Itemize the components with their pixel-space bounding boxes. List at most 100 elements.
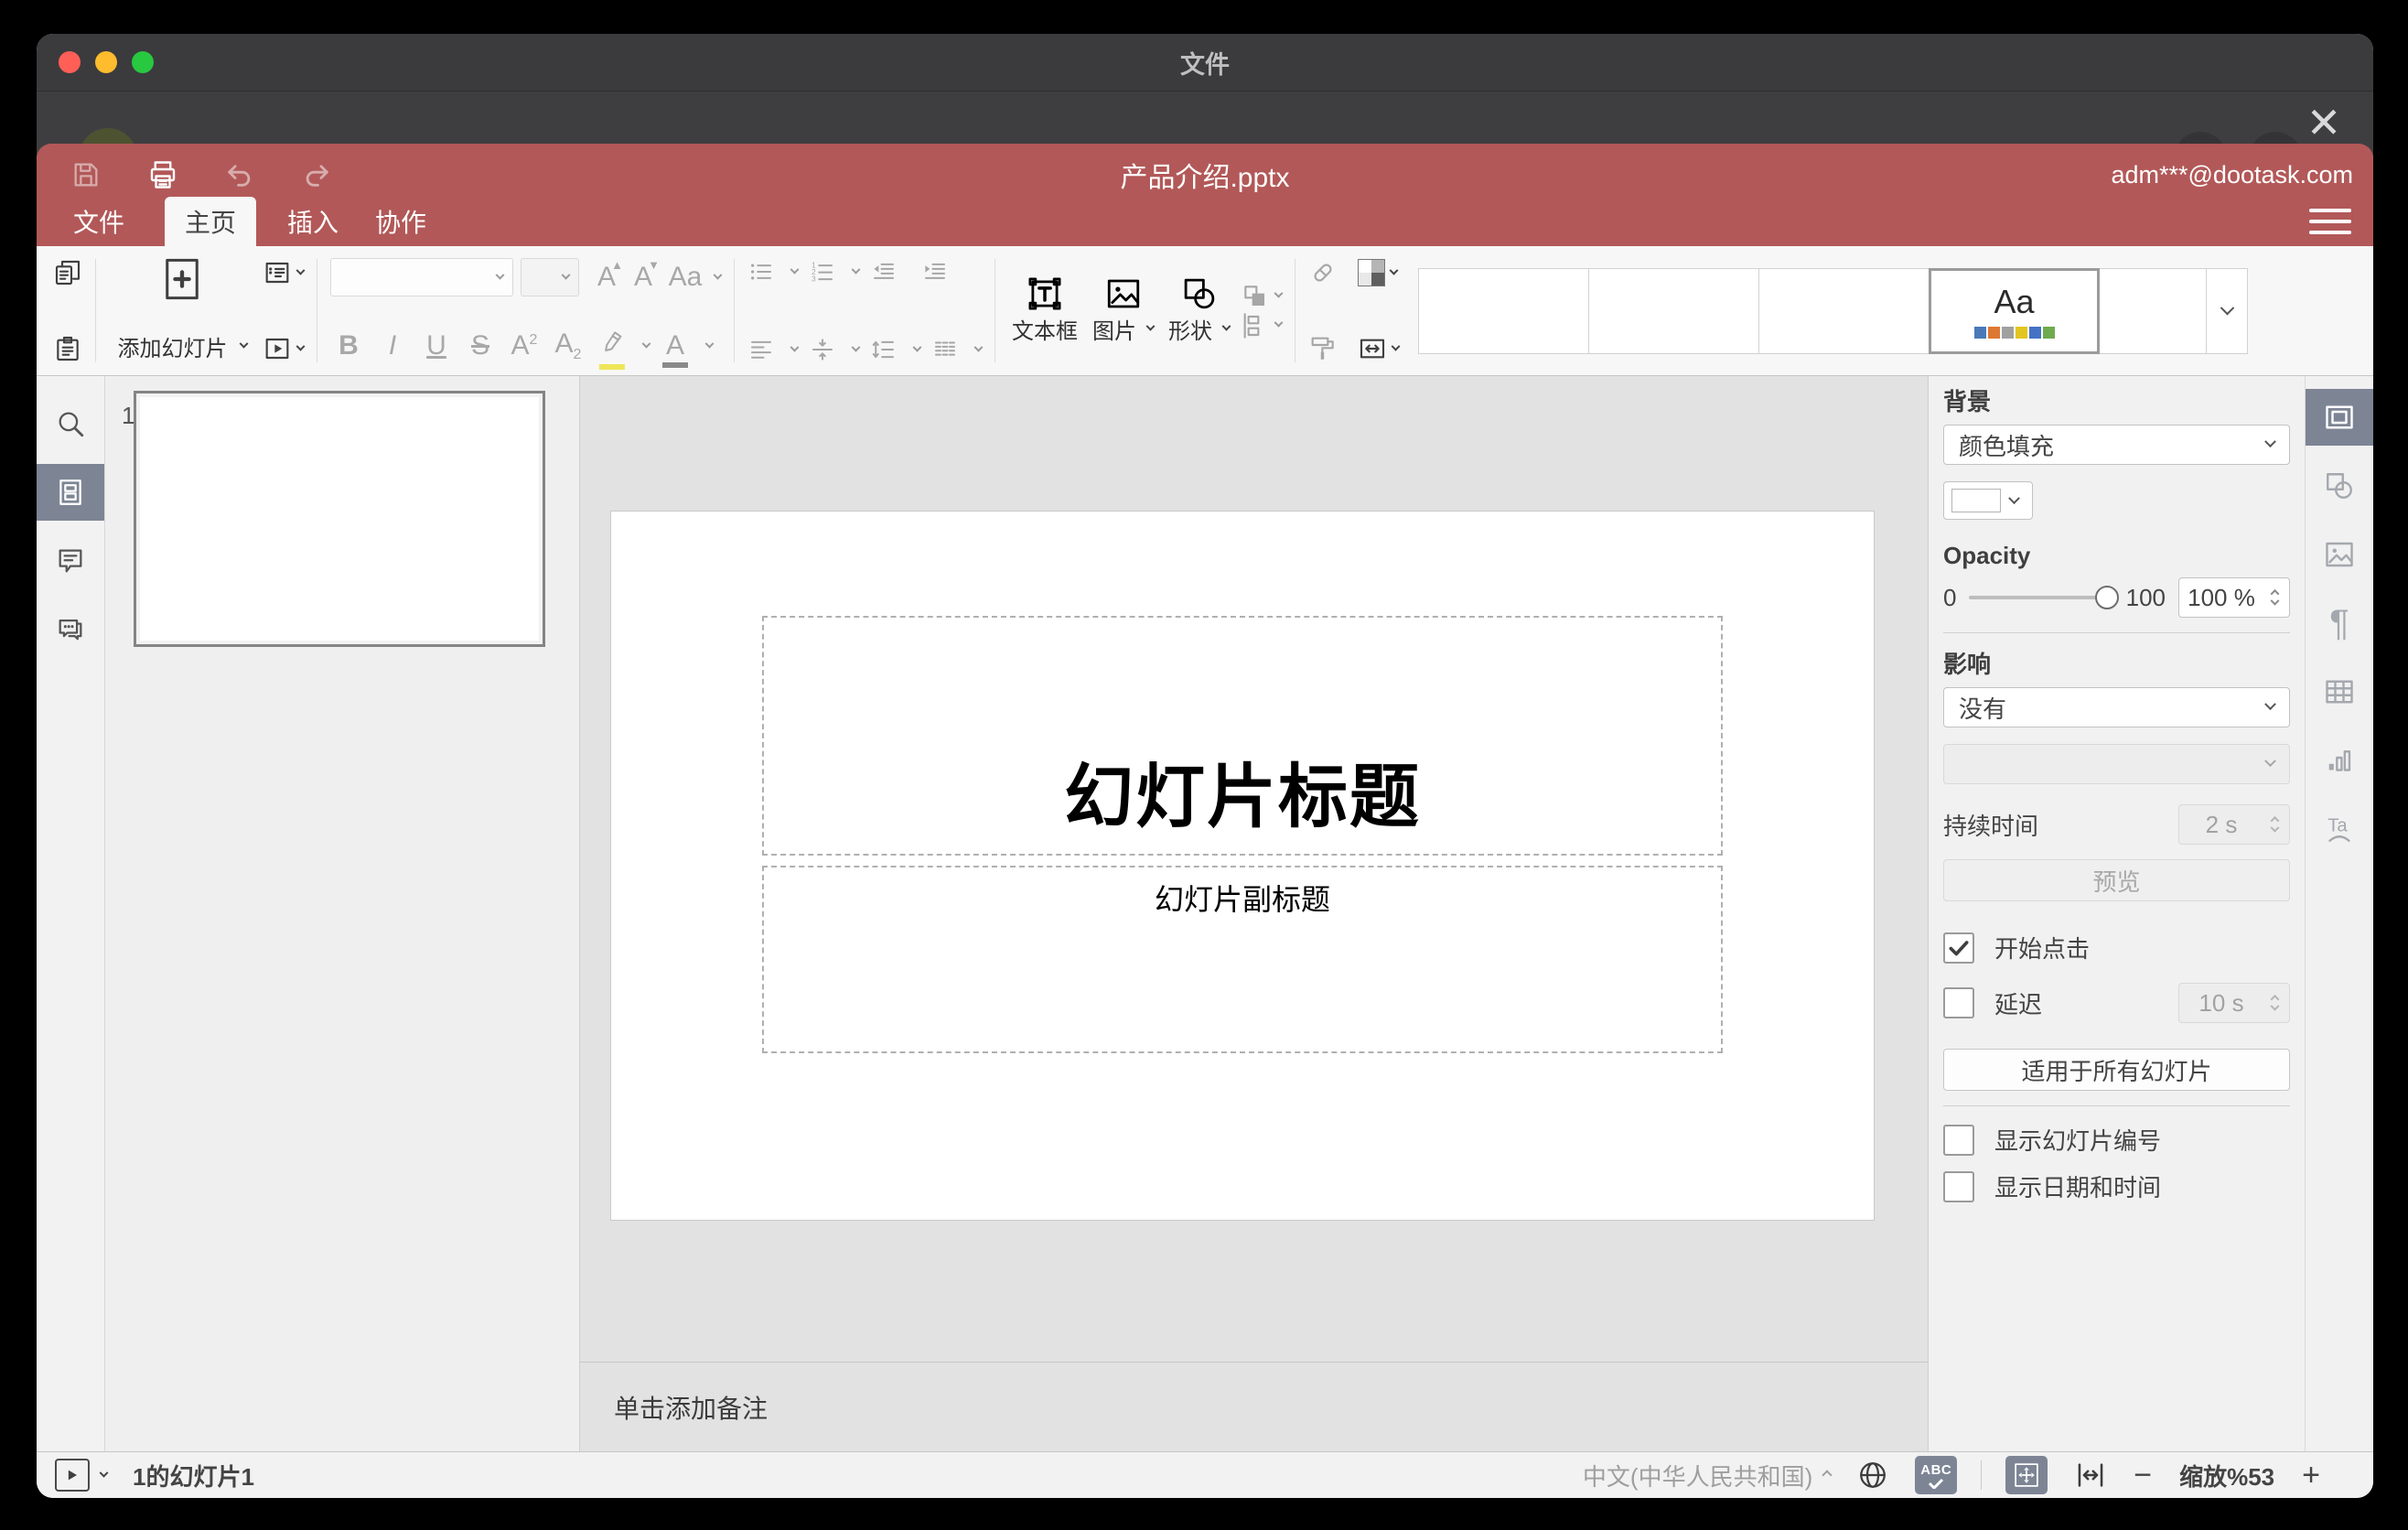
superscript-icon[interactable]: A2 (506, 330, 543, 361)
bold-icon[interactable]: B (330, 330, 367, 361)
opacity-spinner[interactable]: 100 % (2178, 577, 2290, 618)
show-slide-number-checkbox[interactable]: 显示幻灯片编号 (1943, 1123, 2290, 1157)
zoom-in-icon[interactable]: + (2302, 1460, 2320, 1491)
tab-home[interactable]: 主页 (165, 197, 257, 246)
slides-sidebar-item[interactable] (37, 464, 104, 521)
document-title: 产品介绍.pptx (1120, 163, 1290, 193)
italic-icon[interactable]: I (374, 330, 411, 361)
background-color-picker[interactable] (1943, 481, 2033, 520)
zoom-out-icon[interactable]: − (2134, 1460, 2152, 1491)
theme-option-2[interactable] (1588, 267, 1759, 354)
font-name-select[interactable] (330, 258, 513, 296)
table-settings-tab[interactable] (2306, 663, 2373, 720)
highlight-color-icon[interactable] (594, 329, 630, 370)
strikethrough-icon[interactable]: S (462, 330, 499, 361)
menu-tab-bar: 文件 主页 插入 协作 (37, 197, 2373, 246)
redo-icon[interactable] (300, 158, 333, 191)
apply-to-all-button[interactable]: 适用于所有幻灯片 (1943, 1049, 2290, 1091)
slide-page[interactable]: 幻灯片标题 幻灯片副标题 (610, 511, 1875, 1221)
preview-options-icon[interactable] (99, 1468, 109, 1478)
paste-icon[interactable] (53, 334, 82, 363)
align-shapes-icon[interactable] (1241, 311, 1270, 340)
tab-file[interactable]: 文件 (55, 197, 143, 246)
tab-insert[interactable]: 插入 (269, 197, 357, 246)
slide-thumbnail[interactable] (134, 391, 545, 647)
underline-icon[interactable]: U (418, 330, 455, 361)
effect-select[interactable]: 没有 (1943, 687, 2290, 727)
main-area: 1 幻灯片标题 幻灯片副标题 单击添加备注 背景 颜色填充 Opacity 0 … (37, 376, 2373, 1451)
insert-textbox-button[interactable]: 文本框 (1005, 265, 1085, 356)
maximize-traffic-light[interactable] (132, 51, 154, 73)
effect-label: 影响 (1943, 651, 1992, 678)
subscript-icon[interactable]: A2 (550, 329, 586, 363)
paragraph-settings-tab[interactable]: ¶ (2306, 595, 2373, 652)
save-icon[interactable] (70, 158, 102, 191)
fill-color-icon[interactable] (1358, 259, 1385, 286)
decrease-font-icon[interactable]: A ▼ (625, 258, 661, 293)
increase-indent-icon[interactable] (921, 258, 949, 286)
set-language-icon[interactable] (1856, 1459, 1889, 1492)
start-on-click-checkbox[interactable]: 开始点击 (1943, 931, 2290, 964)
copy-icon[interactable] (53, 258, 82, 287)
numbered-list-icon[interactable] (809, 258, 836, 286)
background-fill-select[interactable]: 颜色填充 (1943, 425, 2290, 465)
search-sidebar-item[interactable] (37, 395, 104, 452)
tab-collaborate[interactable]: 协作 (357, 197, 445, 246)
menu-icon[interactable] (2309, 209, 2351, 234)
chat-sidebar-item[interactable] (37, 601, 104, 658)
slide-settings-tab[interactable] (2306, 389, 2373, 446)
insert-shape-button[interactable]: 形状 (1161, 265, 1237, 356)
fit-to-width-icon[interactable] (2075, 1460, 2106, 1491)
copy-style-icon[interactable] (1308, 334, 1338, 363)
vertical-align-icon[interactable] (809, 336, 836, 363)
effect-value: 没有 (1959, 695, 2007, 723)
font-size-select[interactable] (521, 258, 579, 296)
image-settings-tab[interactable] (2306, 526, 2373, 583)
delay-checkbox[interactable]: 延迟 (1943, 986, 2042, 1020)
show-datetime-label: 显示日期和时间 (1994, 1174, 2162, 1201)
close-traffic-light[interactable] (59, 51, 81, 73)
insert-image-button[interactable]: 图片 (1085, 265, 1161, 356)
columns-icon[interactable] (931, 336, 959, 363)
opacity-slider-handle[interactable] (2094, 586, 2119, 609)
theme-option-selected[interactable]: Aa (1929, 267, 2100, 354)
slide-settings-panel: 背景 颜色填充 Opacity 0 100 100 % 影响 没有 持续时间 2… (1929, 376, 2306, 1451)
clear-style-icon[interactable] (1308, 258, 1338, 287)
undo-icon[interactable] (223, 158, 256, 191)
opacity-slider[interactable] (1969, 586, 2119, 609)
minimize-traffic-light[interactable] (95, 51, 117, 73)
theme-option-1[interactable] (1418, 267, 1589, 354)
opacity-decrease-icon[interactable] (2270, 596, 2279, 606)
add-slide-button[interactable]: 添加幻灯片 (105, 246, 259, 375)
comments-sidebar-item[interactable] (37, 533, 104, 589)
theme-gallery-expand-icon[interactable] (2206, 267, 2248, 354)
notes-area[interactable]: 单击添加备注 (580, 1362, 1928, 1451)
slide-canvas[interactable]: 幻灯片标题 幻灯片副标题 (580, 376, 1928, 1362)
font-color-icon[interactable]: A (657, 330, 693, 368)
line-spacing-icon[interactable] (870, 336, 898, 363)
chart-settings-tab[interactable] (2306, 732, 2373, 789)
fit-to-slide-icon[interactable] (2005, 1456, 2048, 1494)
title-placeholder[interactable]: 幻灯片标题 (762, 616, 1723, 856)
theme-option-3[interactable] (1758, 267, 1930, 354)
arrange-icon[interactable] (1241, 282, 1270, 311)
start-slideshow-icon[interactable] (263, 334, 292, 363)
print-icon[interactable] (146, 158, 179, 191)
increase-font-icon[interactable]: A ▲ (588, 258, 625, 293)
subtitle-placeholder[interactable]: 幻灯片副标题 (762, 866, 1723, 1053)
close-icon[interactable]: ✕ (2298, 97, 2349, 148)
spellcheck-icon[interactable]: ABC (1915, 1456, 1958, 1494)
shape-settings-tab[interactable] (2306, 458, 2373, 514)
change-case-icon[interactable]: Aa (661, 262, 709, 293)
textart-settings-tab[interactable] (2306, 801, 2373, 857)
start-preview-icon[interactable] (55, 1459, 90, 1492)
slide-layout-icon[interactable] (263, 258, 292, 287)
bullet-list-icon[interactable] (747, 258, 775, 286)
slide-size-icon[interactable] (1358, 334, 1387, 363)
decrease-indent-icon[interactable] (870, 258, 898, 286)
window-title: 文件 (1180, 50, 1230, 79)
theme-option-5[interactable] (2099, 267, 2207, 354)
show-datetime-checkbox[interactable]: 显示日期和时间 (1943, 1169, 2290, 1203)
horizontal-align-icon[interactable] (747, 336, 775, 363)
language-selector[interactable]: 中文(中华人民共和国) (1583, 1459, 1812, 1492)
